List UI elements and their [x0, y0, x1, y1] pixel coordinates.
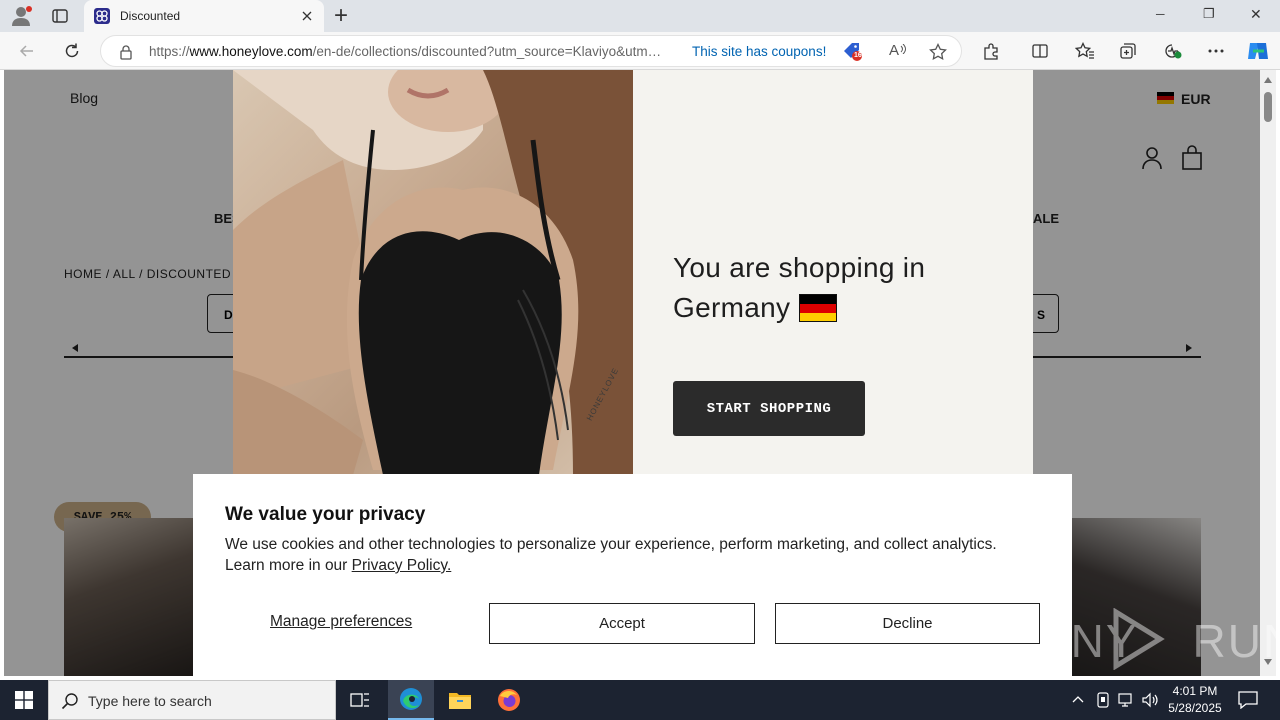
collections-icon[interactable]	[1119, 42, 1137, 60]
modal-heading-line1: You are shopping in	[673, 252, 926, 283]
page-scrollbar[interactable]	[1260, 70, 1276, 676]
split-screen-icon[interactable]	[1031, 42, 1049, 60]
restore-button[interactable]: ❐	[1203, 6, 1215, 22]
minimize-button[interactable]: ─	[1156, 7, 1165, 21]
task-view-icon[interactable]	[350, 691, 370, 709]
accept-button[interactable]: Accept	[489, 603, 755, 644]
taskbar: Type here to search 4:01 PM 5/28/2025	[0, 680, 1280, 720]
cookie-body: We use cookies and other technologies to…	[225, 534, 1025, 576]
url-text[interactable]: https://www.honeylove.com/en-de/collecti…	[149, 44, 661, 59]
file-explorer-icon[interactable]	[448, 690, 472, 710]
edge-icon	[399, 687, 423, 711]
modal-heading: You are shopping in Germany	[673, 248, 925, 328]
address-bar[interactable]: https://www.honeylove.com/en-de/collecti…	[100, 35, 962, 67]
tab-title: Discounted	[120, 9, 181, 23]
favorite-icon[interactable]	[929, 43, 947, 61]
new-tab-button[interactable]: +	[332, 2, 350, 30]
more-icon[interactable]	[1207, 42, 1225, 60]
modal-photo: HONEYLOVE	[233, 70, 633, 475]
privacy-policy-link[interactable]: Privacy Policy.	[352, 557, 452, 574]
tray-device-icon[interactable]	[1096, 692, 1110, 708]
firefox-icon[interactable]	[497, 688, 521, 712]
tab-actions-icon[interactable]	[52, 8, 68, 24]
watermark-text: ANY RUN	[1038, 615, 1280, 667]
url-path: /en-de/collections/discounted?utm_source…	[312, 44, 662, 59]
start-shopping-button[interactable]: START SHOPPING	[673, 381, 865, 436]
anyrun-watermark: ANY RUN	[1038, 606, 1280, 674]
cookie-title: We value your privacy	[225, 504, 426, 525]
coupon-badge: 16	[854, 52, 862, 59]
flag-de-icon	[799, 294, 838, 322]
taskbar-search[interactable]: Type here to search	[48, 680, 336, 720]
country-modal: HONEYLOVE You are shopping in Germany ST…	[233, 70, 1033, 475]
favorites-icon[interactable]	[1075, 42, 1095, 60]
performance-icon[interactable]	[1163, 42, 1183, 60]
clock[interactable]: 4:01 PM 5/28/2025	[1166, 683, 1224, 717]
decline-button[interactable]: Decline	[775, 603, 1040, 644]
back-icon[interactable]	[18, 42, 36, 60]
close-window-button[interactable]: ✕	[1250, 6, 1262, 23]
extensions-icon[interactable]	[982, 42, 1000, 60]
tab-strip: Discounted + ─ ❐ ✕	[0, 0, 1280, 32]
cookie-body-text: We use cookies and other technologies to…	[225, 536, 997, 574]
modal-heading-line2: Germany	[673, 292, 791, 323]
profile-icon[interactable]	[10, 5, 34, 27]
notifications-icon[interactable]	[1238, 691, 1258, 709]
coupon-icon[interactable]: 16	[842, 42, 864, 62]
edge-taskbar-button[interactable]	[388, 680, 434, 720]
manage-preferences-link[interactable]: Manage preferences	[270, 613, 412, 631]
scroll-up-arrow[interactable]	[1264, 77, 1272, 83]
tab-favicon	[94, 8, 110, 24]
copilot-icon[interactable]	[1245, 39, 1271, 63]
cookie-banner: We value your privacy We use cookies and…	[193, 474, 1072, 676]
clock-time: 4:01 PM	[1172, 684, 1218, 698]
active-tab[interactable]: Discounted	[84, 0, 324, 32]
refresh-icon[interactable]	[63, 42, 81, 60]
volume-icon[interactable]	[1142, 692, 1160, 708]
lock-icon[interactable]	[119, 44, 133, 60]
tray-chevron-icon[interactable]	[1072, 694, 1084, 704]
search-placeholder: Type here to search	[88, 693, 212, 709]
scrollbar-thumb[interactable]	[1264, 92, 1272, 122]
url-domain: www.honeylove.com	[189, 44, 313, 59]
read-aloud-icon[interactable]: A	[889, 42, 911, 62]
read-aloud-glyph: A	[889, 42, 900, 59]
url-scheme: https://	[149, 44, 190, 59]
network-icon[interactable]	[1118, 692, 1136, 708]
windows-start-icon[interactable]	[15, 691, 33, 709]
search-icon	[61, 692, 79, 710]
coupons-link[interactable]: This site has coupons!	[692, 44, 826, 59]
clock-date: 5/28/2025	[1168, 701, 1222, 715]
close-tab-icon[interactable]	[300, 9, 314, 23]
